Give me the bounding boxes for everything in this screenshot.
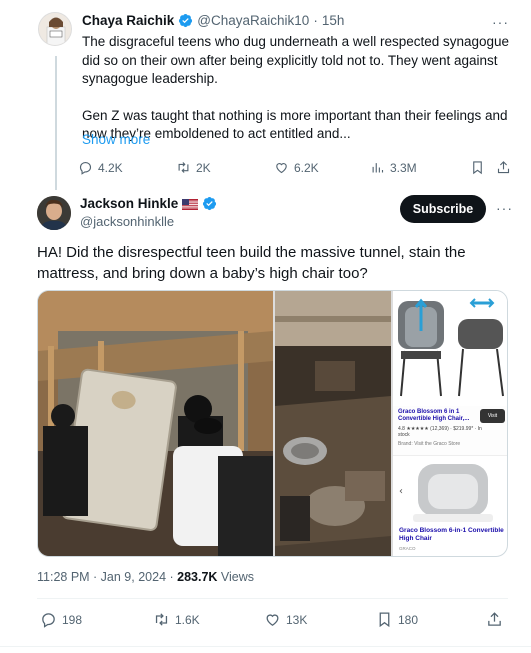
verified-badge-icon [202, 196, 217, 211]
quoted-time[interactable]: 15h [322, 13, 345, 28]
views-label: Views [217, 570, 255, 584]
retweet-count: 1.6K [175, 612, 200, 627]
share-icon [488, 612, 501, 626]
like-button[interactable]: 13K [264, 611, 307, 628]
quoted-author-handle[interactable]: @ChayaRaichik10 [197, 13, 309, 28]
main-author-name[interactable]: Jackson Hinkle [80, 196, 178, 211]
media-photo-high-chair[interactable]: Graco Blossom 6 in 1 Convertible High Ch… [393, 291, 507, 556]
media-photo-tunnel[interactable] [275, 291, 391, 556]
quoted-tweet[interactable]: Chaya Raichik @ChayaRaichik10 · 15h ··· … [0, 0, 531, 190]
quoted-retweet-count: 2K [196, 160, 211, 175]
main-author-handle[interactable]: @jacksonhinklle [80, 214, 174, 229]
quoted-reply-button[interactable]: 4.2K [78, 160, 123, 175]
quoted-avatar[interactable] [38, 12, 72, 46]
quoted-reply-count: 4.2K [98, 160, 123, 175]
verified-badge-icon [178, 13, 193, 28]
retweet-button[interactable]: 1.6K [153, 611, 200, 628]
product-caption: Graco Blossom 6-in-1 Convertible High Ch… [399, 527, 504, 542]
quoted-bookmark-button[interactable] [470, 160, 485, 175]
tweet-meta: 11:28 PM · Jan 9, 2024 · 283.7K Views [37, 570, 254, 584]
us-flag-icon [182, 198, 199, 210]
quoted-paragraph-1: The disgraceful teens who dug underneath… [82, 34, 510, 86]
like-icon [266, 614, 279, 626]
quoted-retweet-button[interactable]: 2K [176, 160, 211, 175]
subscribe-button[interactable]: Subscribe [400, 195, 486, 223]
quoted-like-button[interactable]: 6.2K [274, 160, 319, 175]
thread-line [55, 56, 57, 190]
product-brand: Brand: Visit the Graco Store [398, 441, 461, 447]
product-caption-brand: GRACO [399, 546, 416, 551]
bookmark-icon [473, 161, 482, 175]
tweet-timestamp[interactable]: 11:28 PM · Jan 9, 2024 · [37, 570, 177, 584]
quoted-action-bar: 4.2K 2K 6.2K 3.3M [78, 160, 511, 178]
divider [37, 598, 508, 599]
quoted-author-name[interactable]: Chaya Raichik [82, 13, 174, 28]
main-author[interactable]: Jackson Hinkle [80, 196, 217, 211]
quoted-like-count: 6.2K [294, 160, 319, 175]
quoted-views-button[interactable]: 3.3M [370, 160, 417, 175]
quoted-share-button[interactable] [496, 160, 511, 175]
bottom-divider [0, 646, 531, 647]
bookmark-icon [379, 612, 390, 628]
reply-icon [79, 161, 92, 175]
visit-button[interactable]: Visit [480, 409, 505, 423]
product-rating: 4.8 ★★★★★ (12,369) · $219.99* · In stock [398, 426, 482, 438]
view-count: 283.7K [177, 570, 218, 584]
main-action-bar: 198 1.6K 13K 180 [40, 611, 508, 631]
quoted-header: Chaya Raichik @ChayaRaichik10 · 15h [82, 13, 344, 28]
bookmark-count: 180 [398, 612, 419, 627]
main-avatar[interactable] [37, 196, 71, 230]
more-icon[interactable]: ··· [496, 200, 513, 216]
svg-text:‹: ‹ [399, 486, 403, 497]
reply-icon [42, 613, 55, 628]
bookmark-button[interactable]: 180 [376, 611, 418, 628]
quoted-view-count: 3.3M [390, 160, 417, 175]
quoted-separator: · [313, 13, 318, 28]
retweet-icon [155, 613, 168, 626]
more-icon[interactable]: ··· [492, 14, 509, 30]
like-icon [276, 163, 287, 174]
show-more-link[interactable]: Show more [82, 132, 150, 147]
media-photo-mattress[interactable] [38, 291, 273, 556]
like-count: 13K [286, 612, 308, 627]
reply-button[interactable]: 198 [40, 611, 82, 628]
reply-count: 198 [62, 612, 83, 627]
product-title[interactable]: Graco Blossom 6 in 1 Convertible High Ch… [398, 409, 476, 423]
main-tweet-text: HA! Did the disrespectful teen build the… [37, 244, 466, 282]
product-card[interactable]: Graco Blossom 6 in 1 Convertible High Ch… [393, 406, 507, 456]
retweet-icon [178, 162, 189, 173]
share-icon [497, 161, 510, 174]
tweet-media[interactable]: Graco Blossom 6 in 1 Convertible High Ch… [37, 290, 508, 557]
share-button[interactable] [486, 611, 503, 628]
views-icon [372, 163, 384, 173]
